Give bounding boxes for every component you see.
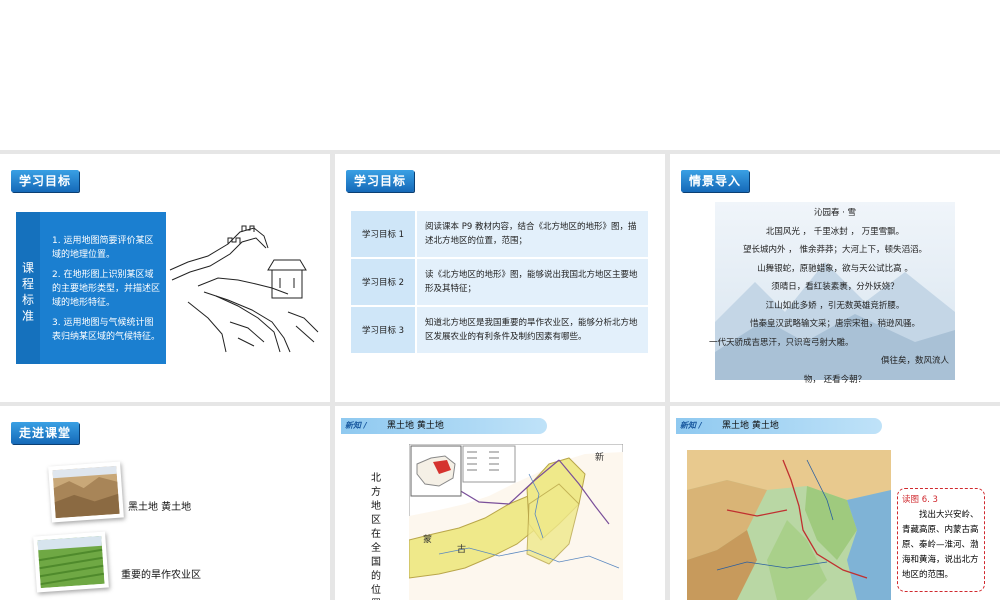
poem-line: 一代天骄成吉思汗，只识弯弓射大雕。 bbox=[709, 337, 854, 348]
standard-item: 2. 在地形图上识别某区域的主要地形类型，并描述区域的地形特征。 bbox=[52, 270, 161, 308]
topic-title: 黑土地 黄土地 bbox=[722, 421, 779, 431]
curriculum-standards-label: 课程标准 bbox=[21, 261, 34, 323]
topic-title: 黑土地 黄土地 bbox=[387, 421, 444, 431]
standard-item: 3. 运用地图与气候统计图表归纳某区域的气候特征。 bbox=[52, 318, 161, 342]
slide-scene-intro[interactable]: 情景导入 沁园春 · 雪 北国风光 ， 千里冰封 ， 万里雪飘。 望长城内外 ，… bbox=[670, 154, 1000, 402]
slide-north-region-position[interactable]: 新知 / 黑土地 黄土地 北方地区在全国的位置 新 蒙 古 bbox=[335, 406, 665, 600]
map-label: 新 bbox=[595, 451, 604, 463]
great-wall-illustration bbox=[169, 225, 319, 353]
map-label: 古 bbox=[457, 543, 466, 555]
table-row: 学习目标 1 阅读课本 P9 教材内容，结合《北方地区的地形》图，描 述北方地区… bbox=[351, 211, 648, 259]
topic-banner: 新知 / 黑土地 黄土地 bbox=[341, 418, 547, 434]
slide-north-region-terrain[interactable]: 新知 / 黑土地 黄土地 读图 6. 3 找出大兴安岭、青藏高原、内蒙古高原、秦… bbox=[670, 406, 1000, 600]
poem-title: 沁园春 · 雪 bbox=[813, 208, 857, 218]
poem-line: 俱往矣，数风流人 bbox=[880, 356, 949, 366]
caption-title: 读图 6. 3 bbox=[902, 495, 938, 505]
topic-label[interactable]: 重要的旱作农业区 bbox=[121, 566, 201, 581]
terrain-map bbox=[687, 450, 891, 600]
loess-land-photo bbox=[48, 461, 124, 523]
farmland-photo bbox=[33, 531, 109, 593]
map-label: 蒙 bbox=[423, 533, 432, 545]
poem-line: 须晴日，看红装素裹，分外妖娆？ bbox=[771, 282, 899, 292]
topic-banner: 新知 / 黑土地 黄土地 bbox=[676, 418, 882, 434]
poem-line: 望长城内外 ， 惟余莽莽；大河上下，顿失滔滔。 bbox=[743, 245, 927, 255]
learning-goals-table: 学习目标 1 阅读课本 P9 教材内容，结合《北方地区的地形》图，描 述北方地区… bbox=[351, 211, 648, 355]
standards-list: 1. 运用地图简要评价某区域的地理位置。 2. 在地形图上识别某区域的主要地形类… bbox=[52, 234, 160, 350]
poem-line: 江山如此多娇 ，引无数英雄竞折腰。 bbox=[765, 300, 905, 311]
slide-badge: 学习目标 bbox=[11, 170, 80, 192]
slide-badge: 学习目标 bbox=[346, 170, 415, 192]
goal-text: 知道北方地区是我国重要的旱作农业区，能够分析北方地区发展农业的有利条件及制约因素… bbox=[416, 306, 648, 355]
topic-label[interactable]: 黑土地 黄土地 bbox=[128, 498, 191, 513]
table-row: 学习目标 3 知道北方地区是我国重要的旱作农业区，能够分析北方地区发展农业的有利… bbox=[351, 306, 648, 355]
table-row: 学习目标 2 读《北方地区的地形》图，能够说出我国北方地区主要地形及其特征； bbox=[351, 258, 648, 307]
slide-badge: 情景导入 bbox=[681, 170, 750, 192]
slide-enter-class[interactable]: 走进课堂 黑土地 黄土地 重要的旱作农业区 bbox=[0, 406, 330, 600]
curriculum-standards-panel: 课程标准 1. 运用地图简要评价某区域的地理位置。 2. 在地形图上识别某区域的… bbox=[16, 212, 166, 364]
goal-text: 读《北方地区的地形》图，能够说出我国北方地区主要地形及其特征； bbox=[416, 258, 648, 307]
poem-line: 惜秦皇汉武略输文采；唐宗宋祖，稍逊风骚。 bbox=[749, 319, 920, 329]
new-knowledge-tag: 新知 / bbox=[680, 421, 702, 430]
standard-item: 1. 运用地图简要评价某区域的地理位置。 bbox=[52, 236, 154, 260]
north-region-map: 新 蒙 古 bbox=[409, 444, 623, 600]
new-knowledge-tag: 新知 / bbox=[345, 421, 367, 430]
loess-image bbox=[52, 465, 120, 519]
goal-label: 学习目标 2 bbox=[351, 258, 417, 307]
goal-label: 学习目标 1 bbox=[351, 211, 417, 259]
poem-text: 沁园春 · 雪 北国风光 ， 千里冰封 ， 万里雪飘。 望长城内外 ， 惟余莽莽… bbox=[709, 204, 955, 389]
poem-line: 北国风光 ， 千里冰封 ， 万里雪飘。 bbox=[765, 226, 905, 237]
blank-header-area bbox=[0, 0, 1000, 150]
slide-learning-goals-table[interactable]: 学习目标 学习目标 1 阅读课本 P9 教材内容，结合《北方地区的地形》图，描 … bbox=[335, 154, 665, 402]
farmland-image bbox=[37, 535, 105, 589]
map-reading-caption: 读图 6. 3 找出大兴安岭、青藏高原、内蒙古高原、秦岭—淮河、渤海和黄海，说出… bbox=[897, 488, 985, 592]
poem-line: 物， 还看今朝？ bbox=[803, 374, 867, 385]
caption-text: 找出大兴安岭、青藏高原、内蒙古高原、秦岭—淮河、渤海和黄海，说出北方地区的范围。 bbox=[902, 510, 979, 580]
goal-text: 阅读课本 P9 教材内容，结合《北方地区的地形》图，描 述北方地区的位置，范围； bbox=[416, 211, 648, 259]
slide-badge: 走进课堂 bbox=[11, 422, 80, 444]
goal-label: 学习目标 3 bbox=[351, 306, 417, 355]
vertical-title: 北方地区在全国的位置 bbox=[371, 473, 381, 600]
slide-learning-goals-standards[interactable]: 学习目标 课程标准 1. 运用地图简要评价某区域的地理位置。 2. 在地形图上识… bbox=[0, 154, 330, 402]
poem-line: 山舞银蛇，原驰蜡象，欲与天公试比高 。 bbox=[757, 263, 913, 274]
